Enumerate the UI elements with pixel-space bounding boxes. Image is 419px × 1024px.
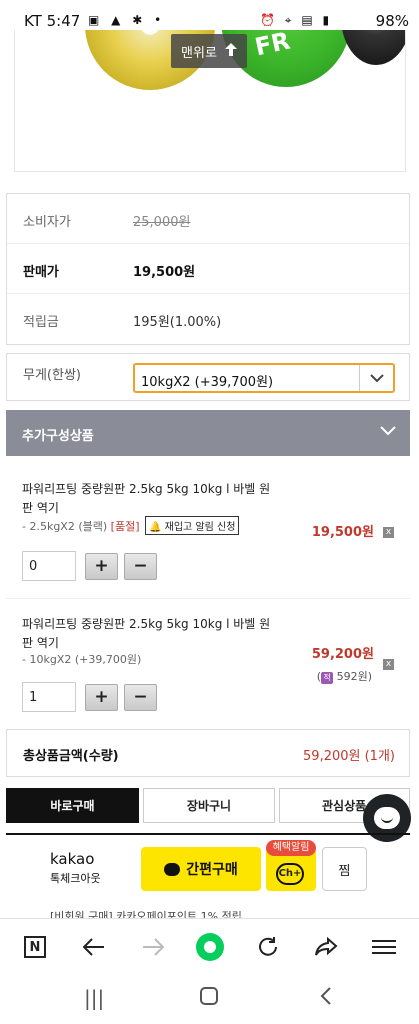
cart-button[interactable]: 장바구니 bbox=[143, 788, 275, 823]
black-plate-image bbox=[341, 30, 405, 65]
item-option: - 10kgX2 (+39,700원) bbox=[22, 653, 142, 666]
item-points-value: 592원 bbox=[336, 670, 368, 683]
recents-icon[interactable]: ||| bbox=[84, 986, 104, 1010]
kakao-brand: kakao bbox=[50, 850, 95, 868]
kakao-buy-label: 간편구매 bbox=[186, 862, 238, 878]
weight-option-label: 무게(한쌍) bbox=[23, 368, 81, 383]
chat-bubble-icon bbox=[164, 862, 181, 876]
arrow-up-icon bbox=[224, 42, 237, 60]
points-row: 적립금 195원(1.00%) bbox=[7, 294, 409, 344]
consumer-price-value: 25,000원 bbox=[133, 215, 191, 230]
zzim-button[interactable]: 찜 bbox=[322, 847, 367, 891]
benefit-badge: 혜택알림 bbox=[266, 840, 316, 856]
consumer-price-label: 소비자가 bbox=[23, 215, 71, 230]
quantity-input[interactable]: 0 bbox=[22, 551, 76, 581]
back-arrow-icon[interactable] bbox=[80, 933, 108, 961]
quantity-minus-button[interactable]: − bbox=[124, 684, 157, 711]
restock-notify-label: 재입고 알림 신청 bbox=[164, 522, 236, 533]
item-price: 59,200원 bbox=[311, 647, 374, 662]
sale-price-label: 판매가 bbox=[23, 265, 59, 280]
item-name: 파워리프팅 중량원판 2.5kg 5kg 10kg l 바벨 원판 역기 bbox=[22, 617, 271, 650]
kakao-checkout-logo: kakao 톡체크아웃 bbox=[50, 850, 101, 886]
browser-toolbar: N bbox=[0, 918, 419, 974]
kakao-channel-button[interactable]: 혜택알림 Ch+ bbox=[266, 840, 316, 891]
buy-now-button[interactable]: 바로구매 bbox=[6, 788, 139, 823]
kakao-subtitle: 톡체크아웃 bbox=[50, 872, 101, 885]
quantity-plus-button[interactable]: + bbox=[85, 553, 118, 580]
sale-price-row: 판매가 19,500원 bbox=[7, 244, 409, 294]
additional-products-title: 추가구성상품 bbox=[22, 429, 94, 444]
plate-text: FR bbox=[252, 30, 293, 62]
weight-option-row: 무게(한쌍) 10kgX2 (+39,700원) bbox=[6, 353, 410, 401]
points-icon: 적 bbox=[321, 672, 334, 684]
channel-plus-icon: Ch+ bbox=[276, 863, 304, 885]
chevron-down-icon bbox=[359, 365, 393, 391]
kakao-buy-button[interactable]: 간편구매 bbox=[141, 847, 261, 891]
restock-notify-button[interactable]: 🔔 재입고 알림 신청 bbox=[145, 516, 240, 535]
carrier-time: KT 5:47 bbox=[24, 12, 81, 30]
share-icon[interactable] bbox=[312, 933, 340, 961]
points-value: 195원(1.00%) bbox=[133, 315, 222, 330]
additional-products-header[interactable]: 추가구성상품 bbox=[6, 410, 410, 456]
scroll-top-button[interactable]: 맨위로 bbox=[171, 34, 247, 68]
home-icon[interactable] bbox=[200, 986, 218, 1010]
weight-select-value: 10kgX2 (+39,700원) bbox=[141, 375, 274, 390]
divider bbox=[6, 598, 410, 599]
kakao-benefit-text: [비회원 구매] 카카오페이포인트 1% 적립 bbox=[50, 910, 242, 918]
scroll-top-label: 맨위로 bbox=[181, 45, 217, 61]
points-label: 적립금 bbox=[23, 315, 59, 330]
refresh-icon[interactable] bbox=[254, 933, 282, 961]
chevron-down-icon bbox=[380, 421, 396, 440]
total-value: 59,200원 (1개) bbox=[303, 749, 395, 764]
back-icon[interactable] bbox=[320, 986, 332, 1010]
quantity-input[interactable]: 1 bbox=[22, 682, 76, 712]
system-icons: ⏰ ⌖ ▤ ▮ bbox=[260, 13, 333, 27]
green-dot-icon[interactable] bbox=[196, 933, 224, 961]
notification-icons: ▣ ▲ ✱ • bbox=[88, 13, 166, 27]
consumer-price-row: 소비자가 25,000원 bbox=[7, 194, 409, 244]
quantity-plus-button[interactable]: + bbox=[85, 684, 118, 711]
menu-icon[interactable] bbox=[370, 933, 398, 961]
system-nav-bar: ||| bbox=[0, 974, 419, 1024]
forward-arrow-icon[interactable] bbox=[139, 933, 167, 961]
delete-item-button[interactable]: x bbox=[383, 527, 394, 538]
weight-select[interactable]: 10kgX2 (+39,700원) bbox=[133, 363, 395, 393]
total-label: 총상품금액(수량) bbox=[23, 749, 119, 764]
total-row: 총상품금액(수량) 59,200원 (1개) bbox=[6, 729, 410, 777]
item-points: (적 592원) bbox=[316, 670, 372, 684]
item-price: 19,500원 bbox=[311, 525, 374, 540]
sold-out-badge: [품절] bbox=[110, 520, 140, 533]
naver-home-icon[interactable]: N bbox=[24, 936, 46, 958]
price-table: 소비자가 25,000원 판매가 19,500원 적립금 195원(1.00%) bbox=[6, 193, 410, 345]
item-name: 파워리프팅 중량원판 2.5kg 5kg 10kg l 바벨 원판 역기 bbox=[22, 482, 271, 515]
item-option: - 2.5kgX2 (블랙) [품절] 🔔 재입고 알림 신청 bbox=[22, 516, 240, 535]
item-option-text: - 2.5kgX2 (블랙) bbox=[22, 520, 108, 533]
battery-level: 98% bbox=[375, 12, 409, 30]
divider bbox=[6, 833, 410, 835]
quantity-minus-button[interactable]: − bbox=[124, 553, 157, 580]
chat-bubble-icon bbox=[374, 807, 400, 829]
sale-price-value: 19,500원 bbox=[133, 265, 196, 280]
delete-item-button[interactable]: x bbox=[383, 659, 394, 670]
